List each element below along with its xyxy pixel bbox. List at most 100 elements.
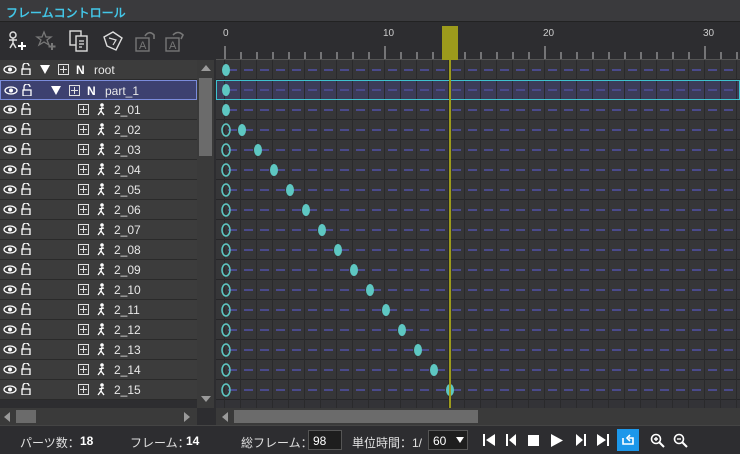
unlock-icon[interactable] — [21, 103, 31, 115]
eye-icon[interactable] — [3, 205, 17, 214]
keyframe-marker[interactable] — [302, 204, 310, 216]
last-frame-button[interactable] — [595, 432, 611, 448]
tree-row-child[interactable]: 2_15 — [0, 380, 197, 400]
tree-row-child[interactable]: 2_02 — [0, 120, 197, 140]
keyframe-marker[interactable] — [366, 284, 374, 296]
play-button[interactable] — [549, 432, 565, 448]
eye-icon[interactable] — [3, 185, 17, 194]
frame-ruler[interactable]: 0 10 20 30 — [216, 22, 740, 60]
scroll-left-icon[interactable] — [222, 412, 228, 422]
scroll-left-icon[interactable] — [4, 412, 10, 422]
scroll-right-icon[interactable] — [184, 412, 190, 422]
unlock-icon[interactable] — [21, 143, 31, 155]
loop-toggle-button[interactable] — [617, 429, 639, 451]
eye-icon[interactable] — [3, 285, 17, 294]
tree-row-child[interactable]: 2_04 — [0, 160, 197, 180]
timeline-grid[interactable] — [216, 60, 740, 408]
paint-button[interactable] — [100, 28, 126, 54]
add-part-button[interactable] — [4, 28, 30, 54]
unlock-icon[interactable] — [21, 163, 31, 175]
add-effect-button[interactable] — [34, 28, 60, 54]
unlock-icon[interactable] — [21, 223, 31, 235]
eye-icon[interactable] — [3, 245, 17, 254]
first-frame-button[interactable] — [481, 432, 497, 448]
copy-button[interactable] — [66, 28, 92, 54]
tree-row-part[interactable]: N part_1 — [0, 80, 197, 100]
eye-icon[interactable] — [3, 305, 17, 314]
tree-horizontal-scrollbar[interactable] — [0, 408, 197, 425]
unlock-icon[interactable] — [21, 63, 31, 75]
keyframe-marker[interactable] — [414, 344, 422, 356]
keyframe-marker[interactable] — [286, 184, 294, 196]
eye-icon[interactable] — [3, 325, 17, 334]
unlock-icon[interactable] — [21, 243, 31, 255]
eye-icon[interactable] — [3, 345, 17, 354]
eye-icon[interactable] — [3, 225, 17, 234]
keyframe-marker[interactable] — [222, 104, 230, 116]
keyframe-marker[interactable] — [222, 64, 230, 76]
zoom-in-button[interactable] — [649, 432, 665, 448]
eye-icon[interactable] — [3, 365, 17, 374]
keyframe-marker[interactable] — [334, 244, 342, 256]
tree-row-child[interactable]: 2_07 — [0, 220, 197, 240]
timeline-horizontal-scrollbar[interactable] — [216, 408, 740, 425]
unlock-icon[interactable] — [21, 383, 31, 395]
tree-row-child[interactable]: 2_14 — [0, 360, 197, 380]
tree-vertical-scrollbar[interactable] — [197, 60, 214, 408]
tree-row-child[interactable]: 2_10 — [0, 280, 197, 300]
next-frame-button[interactable] — [573, 432, 589, 448]
collapse-icon[interactable] — [40, 65, 50, 74]
stop-button[interactable] — [525, 432, 541, 448]
unlock-icon[interactable] — [21, 203, 31, 215]
scroll-thumb[interactable] — [234, 410, 478, 423]
tree-row-child[interactable]: 2_13 — [0, 340, 197, 360]
collapse-icon[interactable] — [51, 86, 61, 95]
keyframe-marker[interactable] — [238, 124, 246, 136]
keyframe-marker[interactable] — [222, 84, 230, 96]
keyframe-marker[interactable] — [398, 324, 406, 336]
tree-row-child[interactable]: 2_05 — [0, 180, 197, 200]
unlock-icon[interactable] — [21, 323, 31, 335]
unit-time-select[interactable]: 60 — [428, 430, 468, 450]
total-frames-input[interactable]: 98 — [308, 430, 342, 450]
unlock-icon[interactable] — [21, 123, 31, 135]
tree-row-child[interactable]: 2_06 — [0, 200, 197, 220]
eye-icon[interactable] — [3, 125, 17, 134]
scroll-up-icon[interactable] — [201, 65, 211, 71]
eye-icon[interactable] — [3, 65, 17, 74]
zoom-out-button[interactable] — [672, 432, 688, 448]
tree-row-child[interactable]: 2_08 — [0, 240, 197, 260]
keyframe-marker[interactable] — [350, 264, 358, 276]
keyframe-marker[interactable] — [254, 144, 262, 156]
eye-icon[interactable] — [3, 145, 17, 154]
tree-row-child[interactable]: 2_12 — [0, 320, 197, 340]
scroll-down-icon[interactable] — [201, 396, 211, 402]
scroll-thumb[interactable] — [199, 78, 212, 156]
keyframe-marker[interactable] — [270, 164, 278, 176]
undo-button[interactable]: A — [132, 28, 158, 54]
scroll-thumb[interactable] — [16, 410, 36, 423]
eye-icon[interactable] — [3, 385, 17, 394]
eye-icon[interactable] — [4, 86, 18, 95]
tree-row-child[interactable]: 2_09 — [0, 260, 197, 280]
unlock-icon[interactable] — [21, 263, 31, 275]
tree-row-child[interactable]: 2_01 — [0, 100, 197, 120]
tree-row-root[interactable]: N root — [0, 60, 197, 80]
keyframe-marker[interactable] — [382, 304, 390, 316]
unlock-icon[interactable] — [22, 84, 32, 96]
eye-icon[interactable] — [3, 165, 17, 174]
unlock-icon[interactable] — [21, 363, 31, 375]
unlock-icon[interactable] — [21, 343, 31, 355]
unlock-icon[interactable] — [21, 303, 31, 315]
keyframe-marker[interactable] — [430, 364, 438, 376]
tree-row-child[interactable]: 2_03 — [0, 140, 197, 160]
eye-icon[interactable] — [3, 105, 17, 114]
redo-button[interactable]: A — [162, 28, 188, 54]
tree-row-child[interactable]: 2_11 — [0, 300, 197, 320]
eye-icon[interactable] — [3, 265, 17, 274]
unlock-icon[interactable] — [21, 283, 31, 295]
prev-frame-button[interactable] — [503, 432, 519, 448]
playhead-handle[interactable] — [442, 26, 458, 60]
unlock-icon[interactable] — [21, 183, 31, 195]
keyframe-marker[interactable] — [318, 224, 326, 236]
